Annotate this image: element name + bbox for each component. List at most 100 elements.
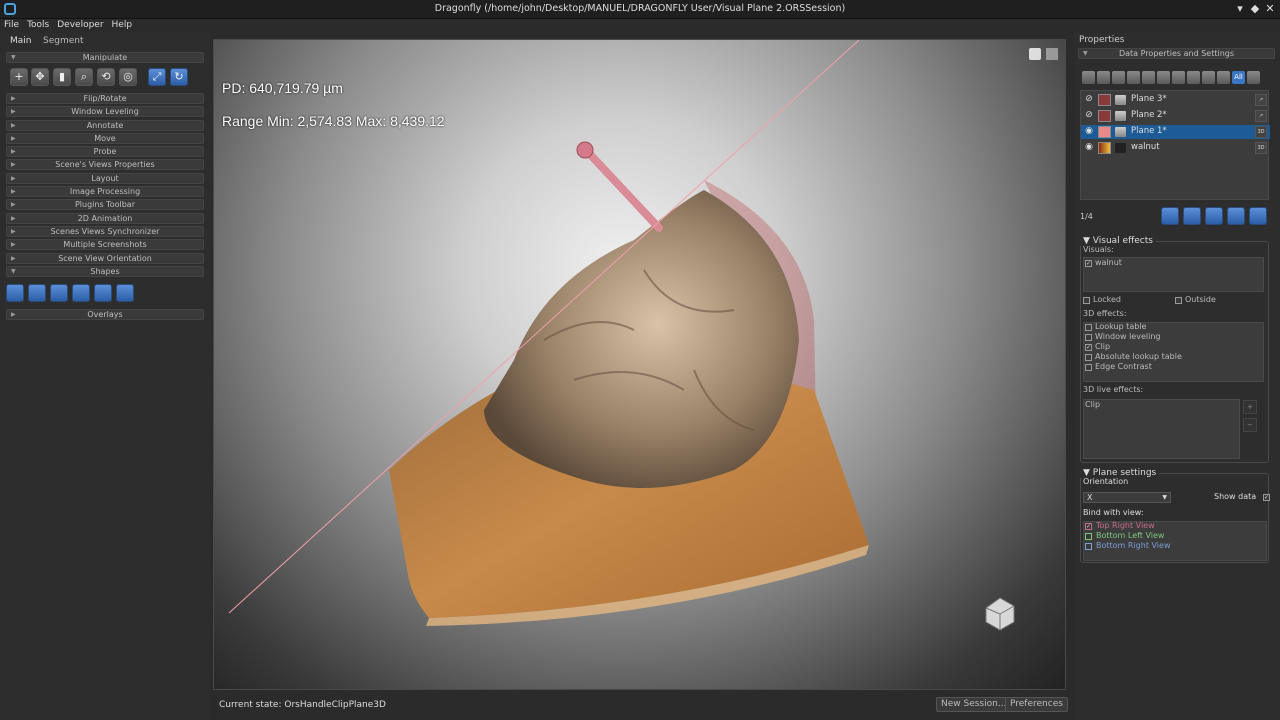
- color-swatch[interactable]: [1098, 142, 1111, 154]
- lookup-table-checkbox[interactable]: [1085, 324, 1092, 331]
- eye-hidden-icon[interactable]: ⊘: [1083, 94, 1095, 106]
- section-probe[interactable]: ▶ Probe: [6, 146, 204, 157]
- section-scene-view-orientation[interactable]: ▶ Scene View Orientation: [6, 253, 204, 264]
- new-session-button[interactable]: New Session...: [936, 697, 1012, 712]
- locked-checkbox[interactable]: [1083, 297, 1090, 304]
- copy-action-icon[interactable]: [1183, 207, 1201, 225]
- image-filter-icon[interactable]: [1112, 71, 1125, 84]
- pick-icon[interactable]: ↗: [1255, 94, 1267, 106]
- mesh-filter-icon[interactable]: [1142, 71, 1155, 84]
- rotate-tool-icon[interactable]: ⟲: [97, 68, 115, 86]
- pick-icon[interactable]: ↗: [1255, 110, 1267, 122]
- show-data-checkbox[interactable]: ✓: [1263, 494, 1270, 501]
- import-action-icon[interactable]: [1227, 207, 1245, 225]
- graph-filter-icon[interactable]: [1172, 71, 1185, 84]
- cylinder-shape-icon[interactable]: [28, 284, 46, 302]
- menu-bar: File Tools Developer Help: [0, 19, 1280, 33]
- bottom-right-view-checkbox[interactable]: [1085, 543, 1092, 550]
- section-multiple-screenshots[interactable]: ▶ Multiple Screenshots: [6, 239, 204, 250]
- walnut-visual-checkbox[interactable]: ✓: [1085, 260, 1092, 267]
- section-overlays[interactable]: ▶ Overlays: [6, 309, 204, 320]
- plane-filter-icon[interactable]: [1217, 71, 1230, 84]
- section-2d-animation[interactable]: ▶ 2D Animation: [6, 213, 204, 224]
- section-plugins-toolbar[interactable]: ▶ Plugins Toolbar: [6, 199, 204, 210]
- section-scenes-views-synchronizer[interactable]: ▶ Scenes Views Synchronizer: [6, 226, 204, 237]
- edge-contrast-checkbox[interactable]: [1085, 364, 1092, 371]
- outside-checkbox[interactable]: [1175, 297, 1182, 304]
- color-swatch[interactable]: [1098, 126, 1111, 138]
- list-item[interactable]: ◉ walnut 3D: [1081, 141, 1270, 155]
- sphere-shape-icon[interactable]: [116, 284, 134, 302]
- section-shapes[interactable]: ▼ Shapes: [6, 266, 204, 277]
- section-flip-rotate[interactable]: ▶ Flip/Rotate: [6, 93, 204, 104]
- fit-view-icon[interactable]: ⤢: [148, 68, 166, 86]
- delete-action-icon[interactable]: [1249, 207, 1267, 225]
- table-filter-icon[interactable]: [1082, 71, 1095, 84]
- eye-icon[interactable]: ◉: [1083, 126, 1095, 138]
- reset-view-icon[interactable]: ↻: [170, 68, 188, 86]
- visibility-action-icon[interactable]: [1161, 207, 1179, 225]
- shape-filter-icon[interactable]: [1157, 71, 1170, 84]
- filter-all-button[interactable]: All: [1232, 71, 1245, 84]
- cube-shape-icon[interactable]: [50, 284, 68, 302]
- section-layout[interactable]: ▶ Layout: [6, 173, 204, 184]
- window-leveling-checkbox[interactable]: [1085, 334, 1092, 341]
- plane-shape-icon[interactable]: [72, 284, 90, 302]
- roi-filter-icon[interactable]: [1097, 71, 1110, 84]
- menu-help[interactable]: Help: [108, 19, 137, 30]
- tab-segment[interactable]: Segment: [43, 36, 84, 46]
- absolute-lookup-label: Absolute lookup table: [1095, 352, 1182, 361]
- bottom-left-view-checkbox[interactable]: [1085, 533, 1092, 540]
- annotation-filter-icon[interactable]: [1187, 71, 1200, 84]
- color-swatch[interactable]: [1098, 94, 1111, 106]
- slice-tool-icon[interactable]: ▮: [53, 68, 71, 86]
- section-window-leveling[interactable]: ▶ Window Leveling: [6, 106, 204, 117]
- layout-toggle-icon[interactable]: [1046, 48, 1058, 60]
- transform-shape-icon[interactable]: [94, 284, 112, 302]
- target-tool-icon[interactable]: ◎: [119, 68, 137, 86]
- add-effect-icon[interactable]: +: [1243, 400, 1257, 414]
- pan-tool-icon[interactable]: ✥: [31, 68, 49, 86]
- 3d-view-badge[interactable]: 3D: [1255, 126, 1267, 138]
- multi-roi-filter-icon[interactable]: [1127, 71, 1140, 84]
- export-action-icon[interactable]: [1205, 207, 1223, 225]
- box-shape-icon[interactable]: [6, 284, 24, 302]
- section-manipulate[interactable]: ▼ Manipulate: [6, 52, 204, 63]
- tab-main[interactable]: Main: [10, 36, 32, 46]
- menu-file[interactable]: File: [0, 19, 23, 30]
- maximize-icon[interactable]: ◆: [1249, 2, 1261, 16]
- top-right-view-checkbox[interactable]: ✓: [1085, 523, 1092, 530]
- minimize-icon[interactable]: ▾: [1234, 2, 1246, 16]
- clip-checkbox[interactable]: ✓: [1085, 344, 1092, 351]
- ruler-filter-icon[interactable]: [1202, 71, 1215, 84]
- close-icon[interactable]: ✕: [1264, 2, 1276, 16]
- orientation-cube-icon[interactable]: [985, 597, 1015, 631]
- list-item[interactable]: ⊘ Plane 3* ↗: [1081, 93, 1270, 107]
- section-annotate[interactable]: ▶ Annotate: [6, 120, 204, 131]
- live-effect-clip[interactable]: Clip: [1085, 400, 1100, 409]
- eye-icon[interactable]: ◉: [1083, 142, 1095, 154]
- list-item-selected[interactable]: ◉ Plane 1* 3D: [1081, 125, 1270, 139]
- 3d-viewport[interactable]: PD: 640,719.79 µm Range Min: 2,574.83 Ma…: [213, 39, 1066, 690]
- crosshair-tool-icon[interactable]: +: [10, 68, 28, 86]
- color-swatch[interactable]: [1098, 110, 1111, 122]
- menu-tools[interactable]: Tools: [23, 19, 53, 30]
- section-image-processing[interactable]: ▶ Image Processing: [6, 186, 204, 197]
- absolute-lookup-checkbox[interactable]: [1085, 354, 1092, 361]
- orientation-select[interactable]: X ▼: [1083, 492, 1171, 503]
- 3d-view-badge[interactable]: 3D: [1255, 142, 1267, 154]
- remove-effect-icon[interactable]: −: [1243, 418, 1257, 432]
- eye-hidden-icon[interactable]: ⊘: [1083, 110, 1095, 122]
- menu-developer[interactable]: Developer: [53, 19, 107, 30]
- section-data-properties[interactable]: ▼ Data Properties and Settings: [1078, 48, 1275, 59]
- lookup-table-label: Lookup table: [1095, 322, 1147, 331]
- preferences-button[interactable]: Preferences: [1005, 697, 1068, 712]
- zoom-tool-icon[interactable]: ⌕: [75, 68, 93, 86]
- clip-handle-knob[interactable]: [576, 141, 594, 159]
- section-scene-views-properties[interactable]: ▶ Scene's Views Properties: [6, 159, 204, 170]
- section-move[interactable]: ▶ Move: [6, 133, 204, 144]
- visible-filter-icon[interactable]: [1247, 71, 1260, 84]
- list-item[interactable]: ⊘ Plane 2* ↗: [1081, 109, 1270, 123]
- plane-object-icon: [1115, 95, 1126, 105]
- camera-icon[interactable]: [1029, 48, 1041, 60]
